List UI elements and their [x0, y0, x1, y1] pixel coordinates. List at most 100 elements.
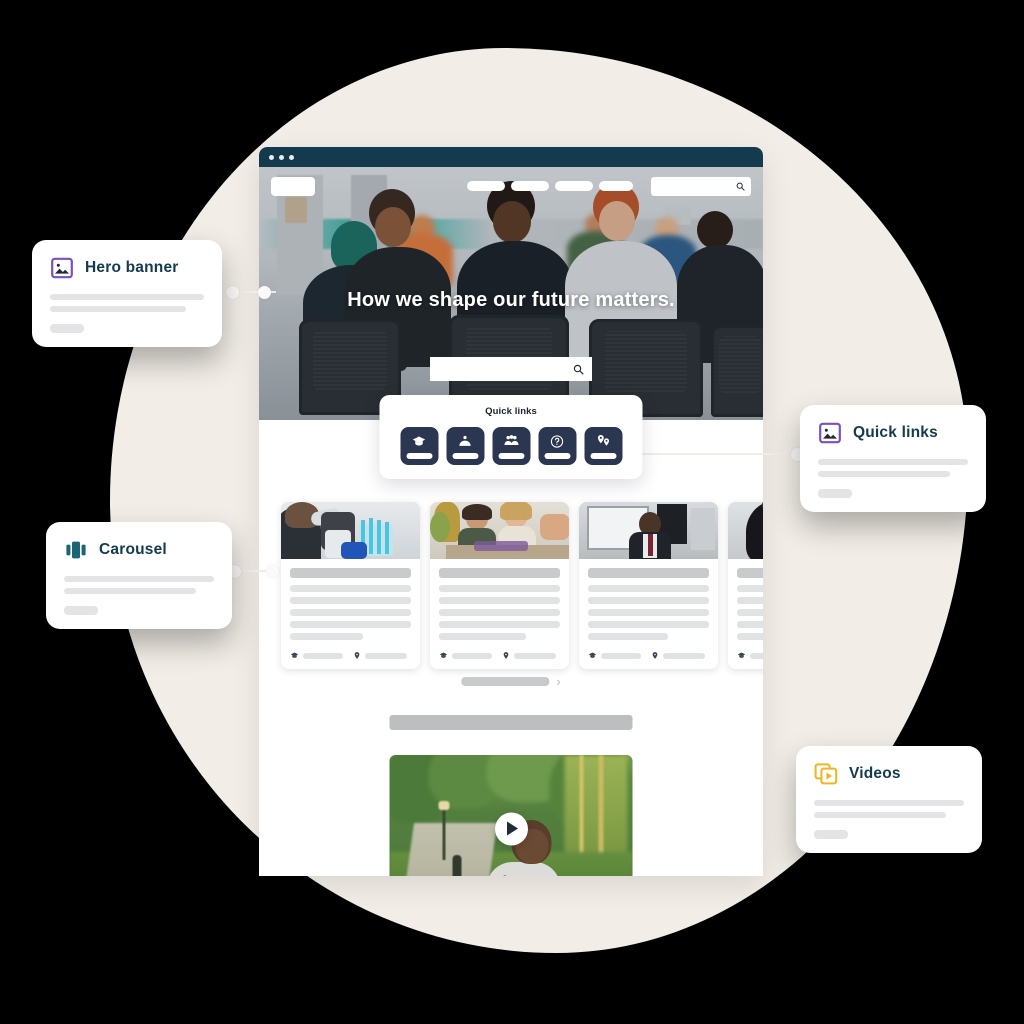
annotation-header: Videos	[814, 762, 964, 786]
card-title-placeholder	[588, 568, 709, 578]
quick-links-title: Quick links	[485, 406, 537, 417]
carousel-card[interactable]	[281, 502, 420, 669]
annotation-chip	[64, 606, 98, 615]
quick-link-tile-people[interactable]	[492, 427, 530, 465]
search-icon	[573, 364, 584, 375]
annotation-chip	[818, 489, 852, 498]
chevron-right-icon[interactable]: ›	[556, 675, 560, 688]
card-line	[588, 597, 709, 604]
nav-item-3[interactable]	[555, 181, 593, 191]
connector-node	[258, 286, 271, 299]
hero-search-input[interactable]	[430, 357, 592, 381]
card-footer	[430, 645, 569, 669]
person-umbrella-icon	[459, 435, 471, 446]
window-dot-close[interactable]	[269, 154, 274, 160]
quick-link-label-placeholder	[498, 453, 524, 459]
graduation-cap-icon	[412, 436, 426, 445]
play-button[interactable]	[494, 812, 528, 845]
card-line	[439, 609, 560, 616]
card-meta-placeholder	[663, 652, 705, 659]
quick-link-tile-locations[interactable]	[584, 427, 622, 465]
nav-item-4[interactable]	[599, 181, 633, 191]
annotation-body-placeholder	[814, 800, 964, 818]
window-dot-maximize[interactable]	[289, 154, 294, 160]
quick-links-row	[380, 427, 643, 465]
quick-link-tile-graduation[interactable]	[400, 427, 438, 465]
annotation-card-videos: Videos	[796, 746, 982, 853]
annotation-title: Videos	[849, 765, 901, 782]
annotation-chip	[50, 324, 84, 333]
image-icon	[819, 422, 841, 444]
card-title-placeholder	[737, 568, 763, 578]
card-meta-placeholder	[365, 652, 407, 659]
card-meta-placeholder	[303, 652, 343, 659]
annotation-header: Hero banner	[50, 256, 204, 280]
carousel-icon	[66, 541, 86, 559]
carousel-card[interactable]	[579, 502, 718, 669]
card-meta-placeholder	[514, 652, 556, 659]
card-line	[290, 633, 363, 640]
carousel-card[interactable]	[728, 502, 763, 669]
card-meta-placeholder	[452, 652, 492, 659]
card-line	[588, 621, 709, 628]
site-navbar	[259, 175, 763, 197]
carousel-progress-bar[interactable]	[461, 677, 550, 686]
nav-search-input[interactable]	[651, 176, 751, 196]
card-text-placeholder	[728, 559, 763, 640]
nav-item-2[interactable]	[511, 181, 549, 191]
quick-link-label-placeholder	[544, 452, 570, 459]
card-line	[290, 621, 411, 628]
card-line	[737, 621, 763, 628]
annotation-title: Carousel	[99, 541, 167, 558]
annotation-line	[50, 306, 186, 312]
graduation-cap-icon	[588, 652, 597, 658]
annotation-line	[814, 800, 964, 806]
annotation-title: Quick links	[853, 424, 938, 441]
annotation-body-placeholder	[818, 459, 968, 477]
image-icon	[51, 257, 73, 279]
quick-link-tile-help[interactable]	[538, 427, 576, 465]
card-line	[439, 633, 527, 640]
annotation-header: Quick links	[818, 421, 968, 445]
search-icon	[736, 182, 745, 191]
question-circle-icon	[550, 434, 564, 448]
card-line	[737, 597, 763, 604]
connector-node	[266, 565, 279, 578]
card-line	[439, 597, 560, 604]
site-logo[interactable]	[271, 176, 315, 196]
annotation-body-placeholder	[64, 576, 214, 594]
quick-link-label-placeholder	[590, 453, 616, 459]
card-line	[588, 609, 709, 616]
annotation-line	[64, 576, 214, 582]
card-line	[588, 585, 709, 592]
browser-titlebar	[259, 147, 763, 167]
video-icon	[814, 763, 838, 785]
card-title-placeholder	[439, 568, 560, 578]
location-pin-icon	[354, 652, 360, 659]
card-line	[290, 597, 411, 604]
graduation-cap-icon	[439, 652, 448, 658]
hero-headline: How we shape our future matters.	[347, 289, 675, 311]
card-meta-placeholder	[601, 652, 641, 659]
browser-window: How we shape our future matters. Quick l…	[259, 147, 763, 876]
card-line	[439, 621, 560, 628]
video-thumbnail[interactable]	[389, 755, 633, 876]
annotation-line	[814, 812, 946, 818]
quick-links-panel: Quick links	[379, 395, 643, 479]
graduation-cap-icon	[737, 652, 746, 658]
annotation-card-carousel: Carousel	[46, 522, 232, 629]
quick-link-tile-person-umbrella[interactable]	[446, 427, 484, 465]
carousel	[281, 502, 763, 669]
carousel-card[interactable]	[430, 502, 569, 669]
annotation-line	[818, 459, 968, 465]
annotation-title: Hero banner	[85, 259, 179, 276]
location-pin-icon	[503, 652, 509, 659]
annotation-card-hero-banner: Hero banner	[32, 240, 222, 347]
nav-item-1[interactable]	[467, 181, 505, 191]
card-image-science-lab	[281, 502, 420, 559]
card-image-lecture	[579, 502, 718, 559]
card-footer	[728, 645, 763, 669]
card-line	[588, 633, 668, 640]
window-dot-minimize[interactable]	[279, 154, 284, 160]
card-text-placeholder	[430, 559, 569, 640]
